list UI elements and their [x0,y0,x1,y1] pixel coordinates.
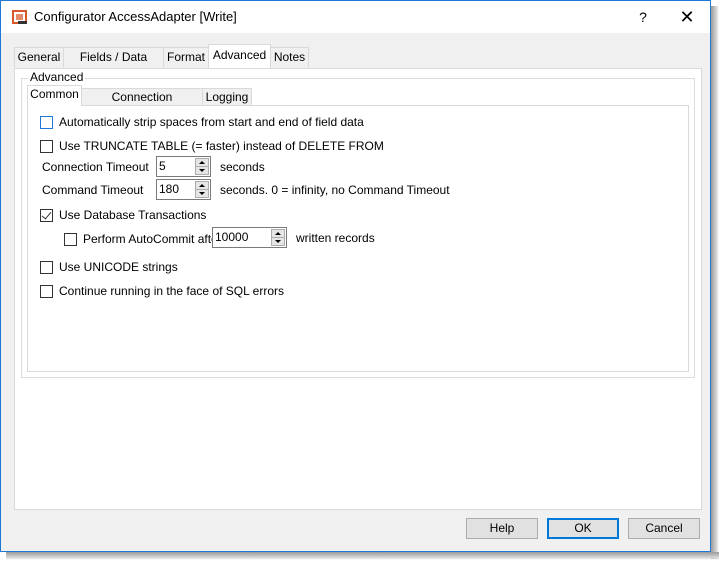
continue-on-error-option[interactable]: Continue running in the face of SQL erro… [40,283,284,299]
connection-timeout-unit: seconds [220,160,265,174]
ok-button[interactable]: OK [547,518,619,539]
unicode-label: Use UNICODE strings [59,260,178,274]
spin-up-icon[interactable] [272,230,284,238]
spin-down-icon[interactable] [272,238,284,246]
window-shadow-right [711,6,719,559]
window-title: Configurator AccessAdapter [Write] [34,9,237,24]
help-title-button[interactable]: ? [621,1,665,33]
subtab-common[interactable]: Common [27,85,82,106]
connection-timeout-label: Connection Timeout [42,160,149,174]
use-transactions-label: Use Database Transactions [59,208,207,222]
command-timeout-spin-buttons[interactable] [195,181,209,198]
cancel-button[interactable]: Cancel [628,518,700,539]
subtab-connection-initialization[interactable]: Connection initialization [81,88,203,121]
command-timeout-unit: seconds. 0 = infinity, no Command Timeou… [220,183,450,197]
truncate-table-option[interactable]: Use TRUNCATE TABLE (= faster) instead of… [40,138,384,154]
autocommit-spinner[interactable]: 10000 [212,227,287,248]
tab-fields-data-types[interactable]: Fields / Data types [63,47,164,83]
autocommit-checkbox[interactable] [64,232,77,246]
autocommit-unit: written records [296,231,375,245]
autocommit-option[interactable]: Perform AutoCommit after [64,231,222,247]
unicode-option[interactable]: Use UNICODE strings [40,259,178,275]
title-bar[interactable]: Configurator AccessAdapter [Write] ? ✕ [1,1,710,33]
unicode-checkbox[interactable] [40,260,53,274]
command-timeout-spinner[interactable]: 180 [156,179,211,200]
truncate-table-label: Use TRUNCATE TABLE (= faster) instead of… [59,139,384,153]
common-subtab-page: Automatically strip spaces from start an… [27,105,689,372]
subtab-logging[interactable]: Logging [202,88,252,106]
use-transactions-checkbox[interactable] [40,208,53,222]
connection-timeout-spinner[interactable]: 5 [156,156,211,177]
continue-on-error-checkbox[interactable] [40,284,53,298]
spin-up-icon[interactable] [196,159,208,167]
continue-on-error-label: Continue running in the face of SQL erro… [59,284,285,298]
autocommit-value[interactable]: 10000 [215,230,248,244]
strip-spaces-label: Automatically strip spaces from start an… [59,115,364,129]
spin-down-icon[interactable] [196,190,208,198]
advanced-groupbox: Advanced Common Connection initializatio… [21,70,695,378]
close-icon[interactable]: ✕ [665,1,709,33]
window-shadow-bottom [6,552,719,560]
help-button[interactable]: Help [466,518,538,539]
tab-general[interactable]: General [14,47,64,67]
truncate-table-checkbox[interactable] [40,139,53,153]
configurator-app-icon [12,10,27,24]
tab-advanced[interactable]: Advanced [208,44,271,68]
command-timeout-value[interactable]: 180 [159,182,179,196]
advanced-group-label: Advanced [28,70,86,84]
connection-timeout-spin-buttons[interactable] [195,158,209,175]
spin-up-icon[interactable] [196,182,208,190]
strip-spaces-checkbox[interactable] [40,115,53,129]
dialog-window: Configurator AccessAdapter [Write] ? ✕ G… [0,0,711,552]
autocommit-spin-buttons[interactable] [271,229,285,246]
tab-notes[interactable]: Notes [270,47,309,67]
strip-spaces-option[interactable]: Automatically strip spaces from start an… [40,114,364,130]
connection-timeout-value[interactable]: 5 [159,159,166,173]
autocommit-label: Perform AutoCommit after [83,232,222,246]
tab-format[interactable]: Format [163,47,209,67]
spin-down-icon[interactable] [196,167,208,175]
use-transactions-option[interactable]: Use Database Transactions [40,207,206,223]
advanced-tab-page: Advanced Common Connection initializatio… [14,68,702,510]
command-timeout-label: Command Timeout [42,183,144,197]
